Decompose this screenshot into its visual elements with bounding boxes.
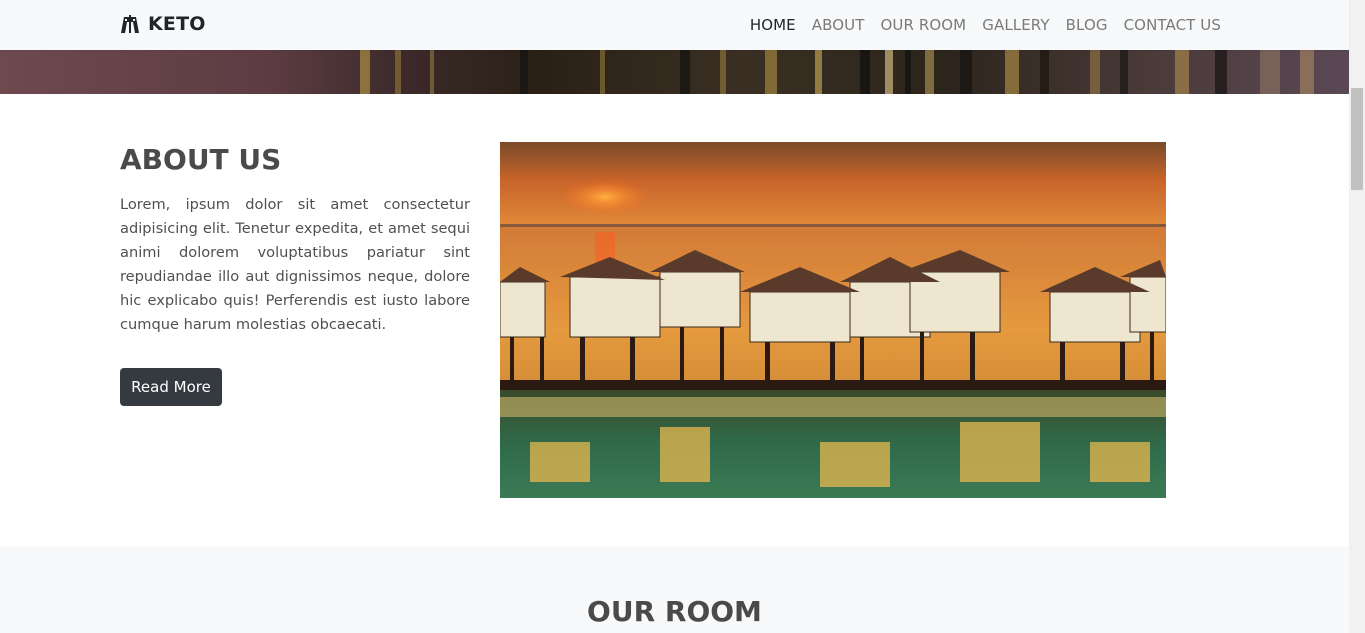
nav-link-about[interactable]: ABOUT [812, 16, 865, 34]
nav-link-our-room[interactable]: OUR ROOM [880, 16, 966, 34]
hero-banner-image [0, 50, 1349, 94]
page-scrollbar[interactable] [1349, 0, 1365, 633]
nav-link-blog[interactable]: BLOG [1066, 16, 1108, 34]
resort-sunset-graphic [500, 142, 1166, 498]
read-more-button[interactable]: Read More [120, 368, 222, 406]
about-title: ABOUT US [120, 143, 282, 176]
about-resort-image [500, 142, 1166, 498]
nav-link-contact-us[interactable]: CONTACT US [1124, 16, 1221, 34]
brand-name: KETO [148, 13, 206, 35]
nav-link-gallery[interactable]: GALLERY [982, 16, 1049, 34]
navbar: KETO HOME ABOUT OUR ROOM GALLERY BLOG CO… [0, 0, 1349, 50]
our-room-title: OUR ROOM [587, 595, 762, 628]
hero-banner-graphic [360, 50, 1314, 94]
nav-link-home[interactable]: HOME [750, 16, 796, 34]
about-description: Lorem, ipsum dolor sit amet consectetur … [120, 196, 470, 333]
brand-link[interactable]: KETO [120, 11, 206, 37]
scrollbar-thumb[interactable] [1351, 88, 1363, 190]
hotel-building-icon [121, 15, 139, 33]
our-room-section: OUR ROOM [0, 546, 1349, 633]
main-nav: HOME ABOUT OUR ROOM GALLERY BLOG CONTACT… [750, 0, 1221, 50]
